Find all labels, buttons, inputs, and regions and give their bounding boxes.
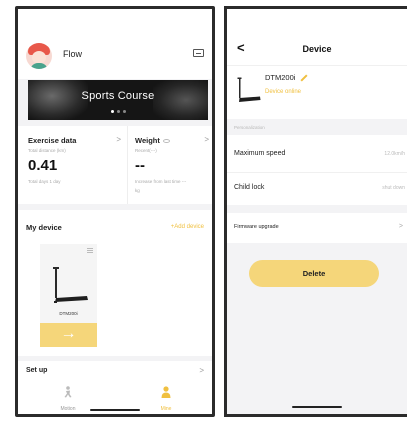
exercise-footer: Total days 1 day bbox=[28, 179, 61, 184]
device-enter-button[interactable]: → bbox=[40, 323, 97, 347]
avatar-shirt bbox=[30, 63, 48, 69]
add-device-link[interactable]: +Add device bbox=[171, 224, 204, 230]
eye-icon[interactable] bbox=[162, 139, 170, 144]
weight-subtitle: Recent(---) bbox=[135, 148, 157, 153]
device-header: < Device bbox=[227, 9, 407, 65]
child-lock-value: shut down bbox=[382, 185, 405, 191]
weight-title-wrap: Weight bbox=[135, 136, 170, 145]
setup-row[interactable]: Set up > bbox=[18, 361, 212, 381]
device-status: Device online bbox=[265, 89, 302, 95]
sports-course-banner[interactable]: Sports Course bbox=[28, 80, 208, 120]
stats-cards: Exercise data > Total distance (km) 0.41… bbox=[18, 126, 212, 204]
weight-value: -- bbox=[135, 157, 145, 174]
treadmill-icon bbox=[53, 267, 88, 303]
banner-dot[interactable] bbox=[122, 110, 126, 113]
page-title: Device bbox=[302, 44, 332, 54]
home-indicator bbox=[90, 409, 140, 411]
maximum-speed-label: Maximum speed bbox=[234, 150, 286, 157]
maximum-speed-value: 12.0km/h bbox=[384, 151, 405, 157]
tab-mine-label: Mine bbox=[160, 406, 172, 412]
child-lock-label: Child lock bbox=[234, 184, 265, 191]
chevron-right-icon: > bbox=[199, 366, 204, 375]
person-icon bbox=[161, 386, 171, 398]
exercise-subtitle: Total distance (km) bbox=[28, 148, 66, 153]
exercise-title: Exercise data bbox=[28, 136, 77, 145]
banner-dot[interactable] bbox=[110, 110, 114, 113]
user-name: Flow bbox=[63, 49, 83, 59]
exercise-distance-value: 0.41 bbox=[28, 157, 58, 174]
bottom-tab-bar: Motion Mine bbox=[18, 381, 212, 414]
personalization-header: Personalization bbox=[227, 121, 407, 135]
runner-icon bbox=[64, 386, 72, 398]
weight-title: Weight bbox=[135, 136, 160, 145]
firmware-upgrade-row[interactable]: Firmware upgrade > bbox=[227, 213, 407, 243]
child-lock-row[interactable]: Child lock shut down bbox=[227, 173, 407, 205]
mine-screen: Flow Sports Course Exercise data > Total… bbox=[15, 6, 215, 417]
tab-motion[interactable]: Motion bbox=[38, 385, 98, 412]
delete-button[interactable]: Delete bbox=[249, 260, 379, 287]
device-screen: < Device DTM200i Device online Personali… bbox=[224, 6, 407, 417]
banner-title: Sports Course bbox=[81, 90, 155, 102]
chevron-right-icon: > bbox=[398, 223, 403, 230]
device-name-wrap: DTM200i bbox=[265, 73, 308, 82]
weight-card[interactable]: Weight > Recent(---) -- Increase from la… bbox=[131, 126, 212, 204]
exercise-data-card[interactable]: Exercise data > Total distance (km) 0.41… bbox=[24, 126, 128, 204]
arrow-right-icon: → bbox=[60, 325, 77, 342]
banner-pagination bbox=[28, 110, 208, 113]
weight-footer-line2: kg bbox=[135, 188, 140, 193]
pencil-icon[interactable] bbox=[300, 74, 308, 82]
home-indicator bbox=[292, 406, 342, 408]
my-device-title: My device bbox=[26, 223, 62, 232]
tab-motion-label: Motion bbox=[60, 406, 76, 412]
setup-label: Set up bbox=[26, 367, 48, 374]
tab-mine[interactable]: Mine bbox=[136, 385, 196, 412]
message-icon[interactable] bbox=[193, 49, 204, 57]
device-info: DTM200i Device online bbox=[227, 65, 407, 119]
section-label: Personalization bbox=[234, 125, 265, 130]
avatar[interactable] bbox=[26, 43, 52, 69]
my-device-section: My device +Add device DTM200i → bbox=[18, 210, 212, 356]
maximum-speed-row[interactable]: Maximum speed 12.0km/h bbox=[227, 135, 407, 173]
weight-footer-line1: Increase from last time --- bbox=[135, 179, 187, 184]
banner-dot[interactable] bbox=[116, 110, 120, 113]
chevron-right-icon: > bbox=[116, 135, 121, 144]
device-name: DTM200i bbox=[59, 311, 78, 316]
device-card[interactable]: DTM200i → bbox=[40, 244, 97, 347]
menu-icon[interactable] bbox=[87, 248, 93, 253]
chevron-right-icon: > bbox=[204, 135, 209, 144]
firmware-upgrade-label: Firmware upgrade bbox=[234, 224, 279, 230]
device-name: DTM200i bbox=[265, 73, 296, 82]
profile-header: Flow bbox=[18, 9, 212, 79]
treadmill-icon bbox=[237, 77, 261, 102]
